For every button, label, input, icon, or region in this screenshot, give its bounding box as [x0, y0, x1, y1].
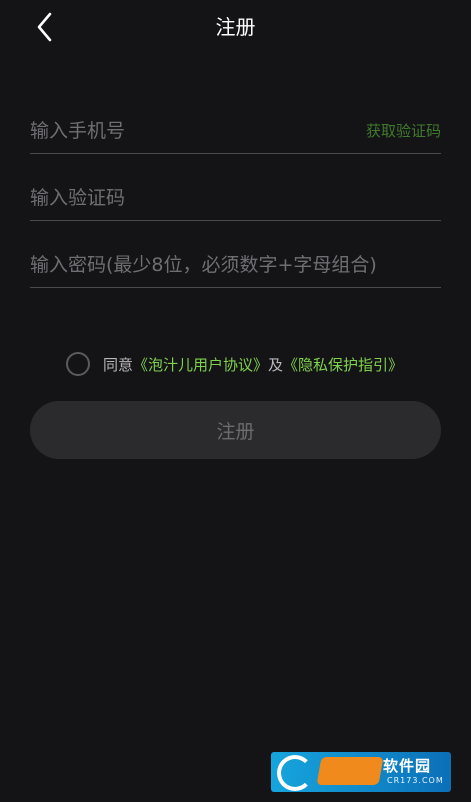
password-field: [30, 243, 441, 288]
register-button[interactable]: 注册: [30, 401, 441, 459]
agreement-joiner: 及: [268, 355, 284, 374]
top-bar: 注册: [0, 0, 471, 56]
agreement-prefix: 同意: [103, 355, 134, 374]
watermark-domain: CR173.COM: [387, 776, 444, 785]
logo-c-icon: [277, 755, 313, 791]
get-code-button[interactable]: 获取验证码: [366, 121, 441, 141]
watermark-name: 软件园: [383, 757, 432, 775]
watermark-logo: 软件园 CR173.COM: [271, 752, 451, 792]
code-field: [30, 176, 441, 221]
logo-seal-icon: [316, 757, 384, 785]
password-input[interactable]: [30, 243, 441, 287]
user-agreement-link[interactable]: 《泡汁儿用户协议》: [133, 354, 268, 375]
phone-input[interactable]: [30, 109, 350, 153]
phone-field: 获取验证码: [30, 109, 441, 154]
privacy-policy-link[interactable]: 《隐私保护指引》: [283, 354, 403, 375]
agreement-row: 同意 《泡汁儿用户协议》 及 《隐私保护指引》: [66, 351, 403, 377]
code-input[interactable]: [30, 176, 350, 220]
page-title: 注册: [215, 15, 256, 39]
agreement-checkbox[interactable]: [66, 352, 90, 376]
